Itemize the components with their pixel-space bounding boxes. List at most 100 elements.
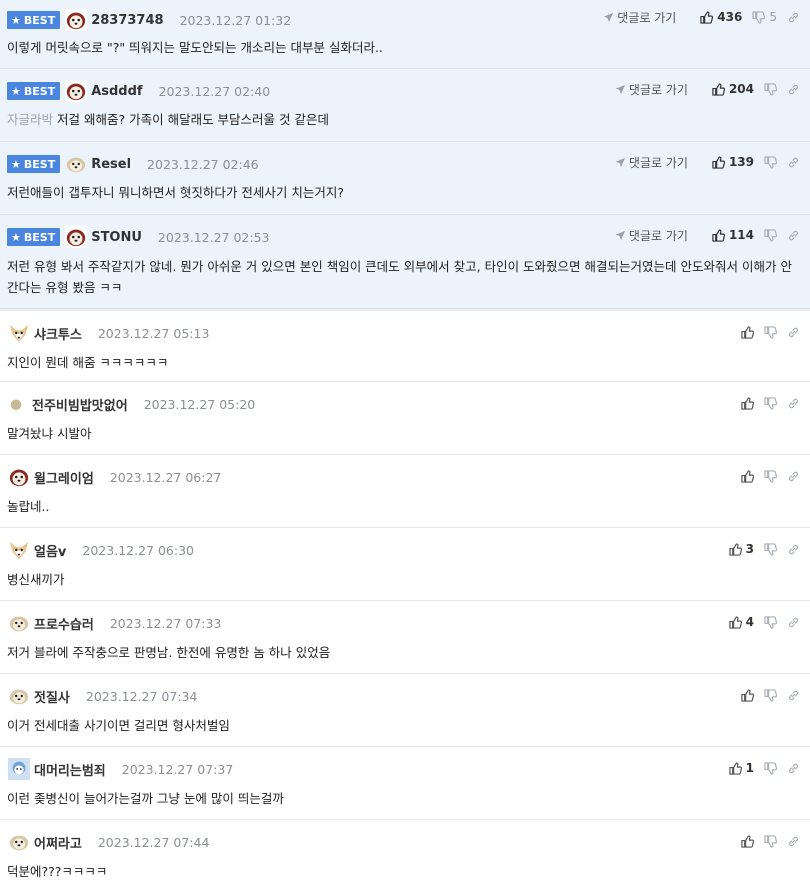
comment-text: 이거 전세대출 사기이면 걸리면 형사처벌임 [7, 718, 230, 733]
downvote-button[interactable] [764, 156, 777, 169]
upvote-button[interactable] [741, 326, 754, 339]
timestamp: 2023.12.27 06:30 [82, 542, 194, 558]
avatar[interactable] [64, 226, 88, 248]
arrow-icon [603, 12, 614, 23]
link-icon [787, 11, 800, 24]
thumb-up-icon [712, 156, 725, 169]
downvote-button[interactable] [764, 835, 777, 848]
thumb-down-icon [764, 156, 777, 169]
share-link-button[interactable] [787, 83, 800, 96]
avatar[interactable] [7, 758, 31, 780]
nickname[interactable]: 대머리는범죄 [34, 760, 106, 779]
thumb-up-icon [741, 689, 754, 702]
avatar[interactable] [7, 466, 31, 488]
share-link-button[interactable] [787, 543, 800, 556]
go-to-reply-link[interactable]: 댓글로 가기 [615, 227, 688, 244]
nickname[interactable]: 어쩌라고 [34, 833, 82, 852]
upvote-button[interactable]: 114 [712, 228, 754, 242]
share-link-button[interactable] [787, 397, 800, 410]
timestamp: 2023.12.27 02:40 [158, 83, 271, 99]
thumb-down-icon [764, 616, 777, 629]
nickname[interactable]: 젓질사 [34, 687, 70, 706]
upvote-button[interactable]: 139 [712, 155, 754, 169]
timestamp: 2023.12.27 02:53 [157, 229, 270, 245]
comment-text: 말겨놨냐 시발아 [7, 426, 92, 441]
timestamp: 2023.12.27 05:20 [143, 396, 256, 412]
avatar[interactable] [7, 831, 31, 853]
downvote-button[interactable]: 5 [752, 10, 777, 24]
link-icon [787, 543, 800, 556]
nickname[interactable]: 프로수습러 [34, 614, 94, 633]
share-link-button[interactable] [787, 835, 800, 848]
upvote-button[interactable]: 3 [729, 542, 754, 556]
downvote-button[interactable] [764, 397, 777, 410]
nickname[interactable]: 샤크투스 [34, 324, 82, 343]
nickname[interactable]: 전주비빔밥맛없어 [32, 395, 128, 414]
downvote-button[interactable] [764, 470, 777, 483]
go-to-reply-link[interactable]: 댓글로 가기 [603, 9, 676, 26]
comment-text: 지인이 뭔데 해줌 ㅋㅋㅋㅋㅋㅋ [7, 355, 169, 370]
downvote-button[interactable] [764, 229, 777, 242]
upvote-button[interactable]: 436 [700, 10, 742, 24]
nickname[interactable]: 28373748 [91, 13, 163, 28]
upvote-button[interactable]: 1 [729, 761, 754, 775]
comment: 전주비빔밥맛없어 2023.12.27 05:20 말겨놨냐 시발아 [0, 382, 810, 455]
upvote-button[interactable] [741, 397, 754, 410]
upvote-button[interactable]: 204 [712, 82, 754, 96]
thumb-down-icon [764, 689, 777, 702]
share-link-button[interactable] [787, 11, 800, 24]
downvote-button[interactable] [764, 326, 777, 339]
downvote-button[interactable] [764, 83, 777, 96]
downvote-button[interactable] [764, 689, 777, 702]
avatar[interactable] [7, 685, 31, 707]
avatar[interactable] [7, 612, 31, 634]
nickname[interactable]: 윌그레이엄 [34, 468, 94, 487]
comment-text: 이런 좆병신이 늘어가는걸까 그냥 눈에 많이 띄는걸까 [7, 791, 284, 806]
downvote-button[interactable] [764, 543, 777, 556]
arrow-icon [615, 230, 626, 241]
upvote-button[interactable] [741, 689, 754, 702]
share-link-button[interactable] [787, 689, 800, 702]
thumb-up-icon [729, 543, 742, 556]
avatar[interactable] [7, 539, 31, 561]
share-link-button[interactable] [787, 156, 800, 169]
thumb-down-icon [752, 11, 765, 24]
upvote-button[interactable]: 4 [729, 615, 754, 629]
share-link-button[interactable] [787, 229, 800, 242]
avatar[interactable] [64, 80, 88, 102]
nickname[interactable]: STONU [91, 230, 142, 245]
nickname[interactable]: 얼음v [34, 541, 66, 560]
link-icon [787, 229, 800, 242]
avatar[interactable] [64, 9, 88, 31]
thumb-up-icon [712, 229, 725, 242]
link-icon [787, 689, 800, 702]
best-comment: ★ BEST Resel 2023.12.27 02:46 댓글로 가기 139 … [0, 142, 810, 215]
downvote-button[interactable] [764, 762, 777, 775]
link-icon [787, 83, 800, 96]
share-link-button[interactable] [787, 762, 800, 775]
go-to-reply-link[interactable]: 댓글로 가기 [615, 154, 688, 171]
timestamp: 2023.12.27 07:37 [121, 761, 234, 777]
upvote-button[interactable] [741, 470, 754, 483]
share-link-button[interactable] [787, 326, 800, 339]
comment: 샤크투스 2023.12.27 05:13 지인이 뭔데 해줌 ㅋㅋㅋㅋㅋㅋ [0, 309, 810, 382]
nickname[interactable]: Asdddf [91, 84, 142, 99]
comment-text: 놀랍네.. [7, 499, 50, 514]
link-icon [787, 762, 800, 775]
share-link-button[interactable] [787, 616, 800, 629]
best-comment: ★ BEST Asdddf 2023.12.27 02:40 댓글로 가기 204… [0, 69, 810, 142]
link-icon [787, 326, 800, 339]
arrow-icon [615, 157, 626, 168]
go-to-reply-link[interactable]: 댓글로 가기 [615, 81, 688, 98]
nickname[interactable]: Resel [91, 157, 131, 172]
avatar[interactable] [7, 395, 25, 413]
link-icon [787, 156, 800, 169]
upvote-button[interactable] [741, 835, 754, 848]
avatar[interactable] [7, 322, 31, 344]
comment-text: 저런 유형 봐서 주작같지가 않네. 뭔가 아쉬운 거 있으면 본인 책임이 큰… [7, 259, 792, 295]
comment-text: 저거 블라에 주작충으로 판명남. 한전에 유명한 놈 하나 있었음 [7, 645, 331, 660]
avatar[interactable] [64, 153, 88, 175]
downvote-button[interactable] [764, 616, 777, 629]
star-icon: ★ [11, 84, 21, 98]
share-link-button[interactable] [787, 470, 800, 483]
